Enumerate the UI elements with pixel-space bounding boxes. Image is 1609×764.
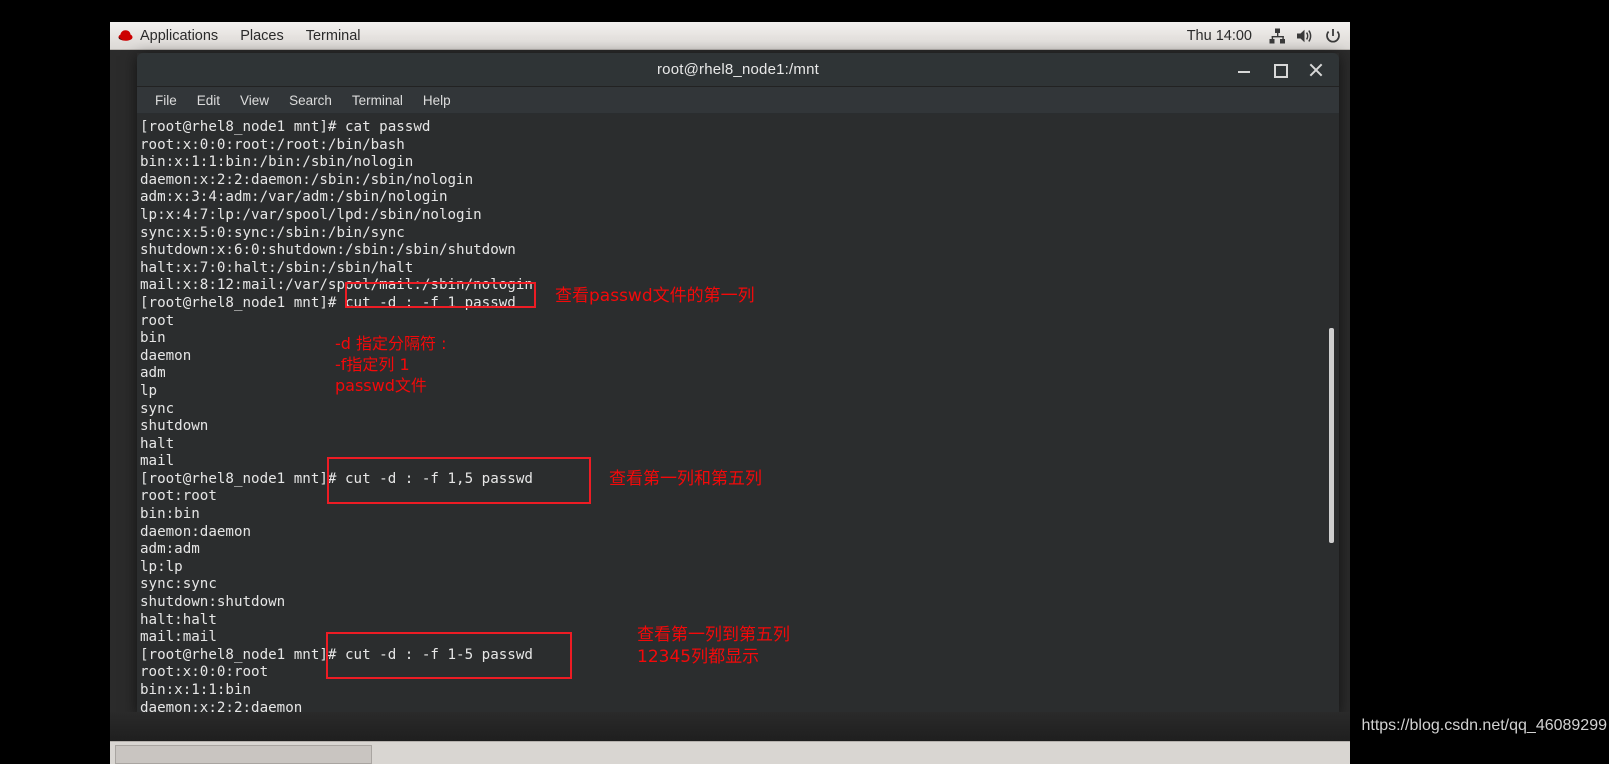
annotation-box-cut-f1-5: [326, 632, 572, 679]
menu-edit[interactable]: Edit: [187, 91, 230, 110]
terminal-line: daemon: [140, 347, 192, 364]
redhat-logo-icon: [118, 29, 133, 42]
window-title: root@rhel8_node1:/mnt: [656, 61, 820, 78]
terminal-line: daemon:daemon: [140, 523, 252, 540]
desktop-bottom-strip: [110, 712, 1350, 741]
panel-menu-group: Applications Places Terminal: [110, 22, 372, 49]
terminal-line: adm:adm: [140, 541, 200, 558]
terminal-line: shutdown: [140, 418, 209, 435]
terminal-line: bin:x:1:1:bin: [140, 682, 252, 698]
annotation-note-field: -f指定列 1: [335, 355, 410, 374]
terminal-line: daemon:x:2:2:daemon:/sbin:/sbin/nologin: [140, 171, 474, 188]
network-icon[interactable]: [1264, 22, 1290, 49]
terminal-line: halt: [140, 435, 175, 452]
places-menu-label: Places: [240, 27, 284, 44]
terminal-line: lp:lp: [140, 558, 183, 575]
terminal-line: root:x:0:0:root: [140, 664, 269, 681]
menu-help[interactable]: Help: [413, 91, 461, 110]
terminal-menu[interactable]: Terminal: [295, 22, 372, 49]
terminal-line: sync: [140, 400, 175, 417]
watermark: https://blog.csdn.net/qq_46089299: [1361, 717, 1607, 734]
terminal-line: bin:bin: [140, 506, 200, 523]
annotation-note-first-column: 查看passwd文件的第一列: [555, 286, 755, 306]
terminal-line: bin:x:1:1:bin:/bin:/sbin/nologin: [140, 154, 414, 171]
menu-search[interactable]: Search: [279, 91, 342, 110]
terminal-window: root@rhel8_node1:/mnt File Edit View Sea…: [137, 53, 1339, 715]
applications-menu-label: Applications: [140, 27, 219, 44]
annotation-note-col1-and-col5: 查看第一列和第五列: [609, 469, 762, 489]
terminal-line: [root@rhel8_node1 mnt]# cat passwd: [140, 119, 431, 135]
terminal-line: sync:x:5:0:sync:/sbin:/bin/sync: [140, 224, 405, 241]
annotation-note-file: passwd文件: [335, 376, 427, 395]
terminal-line: bin: [140, 330, 166, 347]
taskbar-window-button[interactable]: [115, 745, 372, 764]
power-icon[interactable]: [1320, 22, 1346, 49]
terminal-menu-label: Terminal: [305, 27, 361, 44]
clock[interactable]: Thu 14:00: [1177, 28, 1262, 44]
terminal-screen[interactable]: [root@rhel8_node1 mnt]# cat passwd root:x…: [137, 114, 1339, 715]
terminal-line: lp:x:4:7:lp:/var/spool/lpd:/sbin/nologin: [140, 206, 482, 223]
terminal-line: root: [140, 312, 175, 329]
terminal-menubar: File Edit View Search Terminal Help: [137, 87, 1339, 114]
annotation-note-col1-to-col5: 查看第一列到第五列: [637, 625, 790, 645]
terminal-line: root:root: [140, 488, 217, 505]
places-menu[interactable]: Places: [229, 22, 295, 49]
terminal-line: lp: [140, 382, 158, 399]
terminal-titlebar[interactable]: root@rhel8_node1:/mnt: [137, 53, 1339, 87]
annotation-box-cut-f1: [345, 282, 536, 308]
applications-menu[interactable]: Applications: [110, 22, 229, 49]
terminal-line: shutdown:x:6:0:shutdown:/sbin:/sbin/shut…: [140, 242, 516, 259]
window-controls: [1237, 63, 1339, 78]
terminal-line: halt:x:7:0:halt:/sbin:/sbin/halt: [140, 259, 414, 276]
annotation-box-cut-f15: [327, 457, 591, 504]
terminal-line: adm:x:3:4:adm:/var/adm:/sbin/nologin: [140, 189, 448, 206]
terminal-line: adm: [140, 365, 166, 382]
terminal-line: shutdown:shutdown: [140, 594, 286, 611]
minimize-icon[interactable]: [1237, 63, 1251, 77]
terminal-line: sync:sync: [140, 576, 217, 593]
gnome-top-panel: Applications Places Terminal Thu 14:00: [110, 22, 1350, 50]
terminal-scrollbar-thumb[interactable]: [1329, 328, 1334, 543]
volume-icon[interactable]: [1292, 22, 1318, 49]
taskbar[interactable]: [110, 741, 1350, 764]
menu-terminal[interactable]: Terminal: [342, 91, 413, 110]
menu-view[interactable]: View: [230, 91, 279, 110]
maximize-icon[interactable]: [1273, 63, 1288, 78]
terminal-scrollbar[interactable]: [1324, 114, 1336, 715]
menu-file[interactable]: File: [145, 91, 187, 110]
annotation-note-delimiter: -d 指定分隔符 :: [335, 334, 447, 353]
desktop: Applications Places Terminal Thu 14:00 r…: [110, 22, 1350, 741]
terminal-line: root:x:0:0:root:/root:/bin/bash: [140, 136, 405, 153]
close-icon[interactable]: [1309, 63, 1323, 77]
annotation-note-all-columns: 12345列都显示: [637, 647, 760, 667]
panel-status-group: Thu 14:00: [1177, 22, 1350, 49]
